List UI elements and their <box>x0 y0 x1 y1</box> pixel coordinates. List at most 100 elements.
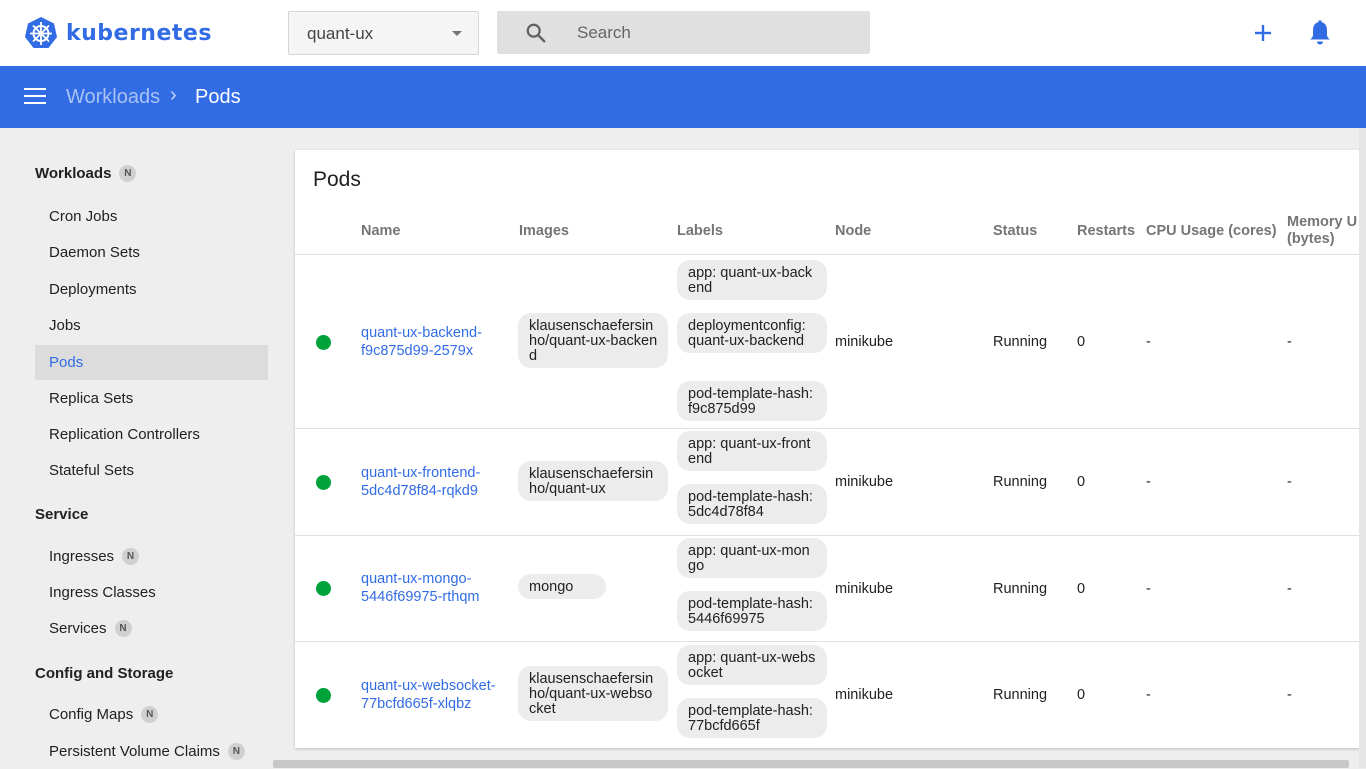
status-running-icon <box>316 475 331 490</box>
card-title: Pods <box>313 168 361 191</box>
column-header-node[interactable]: Node <box>835 223 871 240</box>
kubernetes-logo[interactable]: kubernetes <box>24 16 212 50</box>
restarts-cell: 0 <box>1077 687 1086 703</box>
status-cell: Running <box>993 474 1048 490</box>
table-row[interactable]: quant-ux-websocket-77bcfd665f-xlqbz klau… <box>295 642 1366 748</box>
top-bar: kubernetes quant-ux <box>0 0 1366 66</box>
sidebar-item-deployments[interactable]: Deployments <box>35 272 268 307</box>
pod-name-link[interactable]: quant-ux-websocket-77bcfd665f-xlqbz <box>361 677 511 713</box>
sidebar-item-label: Replica Sets <box>49 390 134 407</box>
sidebar-group-label: Config and Storage <box>35 665 174 682</box>
sidebar-item-jobs[interactable]: Jobs <box>35 308 268 343</box>
sidebar-group-service[interactable]: Service <box>35 506 88 523</box>
sidebar: Workloads N Cron Jobs Daemon Sets Deploy… <box>0 128 285 768</box>
column-header-memory-line2: (bytes) <box>1287 231 1335 247</box>
node-cell[interactable]: minikube <box>835 581 893 597</box>
chevron-right-icon: › <box>170 84 177 106</box>
memory-cell: - <box>1287 334 1292 350</box>
logo-text: kubernetes <box>66 20 212 46</box>
namespace-selector[interactable]: quant-ux <box>288 11 479 55</box>
sidebar-item-label: Services <box>49 620 107 637</box>
caret-down-icon <box>452 31 462 36</box>
status-cell: Running <box>993 334 1048 350</box>
label-chip: pod-template-hash: 77bcfd665f <box>677 698 827 738</box>
restarts-cell: 0 <box>1077 474 1086 490</box>
horizontal-scrollbar[interactable] <box>273 760 1349 768</box>
status-cell: Running <box>993 687 1048 703</box>
sidebar-group-workloads[interactable]: Workloads N <box>35 165 137 182</box>
sidebar-item-config-maps[interactable]: Config Maps N <box>35 697 268 732</box>
sidebar-item-cron-jobs[interactable]: Cron Jobs <box>35 199 268 234</box>
sidebar-item-label: Stateful Sets <box>49 462 135 479</box>
status-cell: Running <box>993 581 1048 597</box>
restarts-cell: 0 <box>1077 581 1086 597</box>
sidebar-item-stateful-sets[interactable]: Stateful Sets <box>35 453 268 488</box>
cpu-cell: - <box>1146 334 1151 350</box>
column-header-memory-line1: Memory U <box>1287 214 1358 230</box>
column-header-name[interactable]: Name <box>361 223 401 240</box>
vertical-scrollbar-track[interactable] <box>1359 128 1366 768</box>
menu-icon[interactable] <box>24 88 46 106</box>
sidebar-group-config-storage[interactable]: Config and Storage <box>35 665 173 682</box>
memory-cell: - <box>1287 687 1292 703</box>
node-cell[interactable]: minikube <box>835 687 893 703</box>
sidebar-item-label: Persistent Volume Claims <box>49 743 220 760</box>
sidebar-item-pods[interactable]: Pods <box>35 345 268 380</box>
node-cell[interactable]: minikube <box>835 334 893 350</box>
sidebar-item-replication-controllers[interactable]: Replication Controllers <box>35 417 268 452</box>
sidebar-item-label: Cron Jobs <box>49 208 118 225</box>
sidebar-item-label: Replication Controllers <box>49 426 200 443</box>
search-bar[interactable] <box>497 11 870 54</box>
column-header-labels: Labels <box>677 223 723 239</box>
table-row[interactable]: quant-ux-frontend-5dc4d78f84-rqkd9 klaus… <box>295 429 1366 535</box>
sidebar-item-daemon-sets[interactable]: Daemon Sets <box>35 235 268 270</box>
label-chip: deploymentconfig: quant-ux-backend <box>677 313 827 353</box>
label-chip: pod-template-hash: 5dc4d78f84 <box>677 484 827 524</box>
memory-cell: - <box>1287 474 1292 490</box>
sidebar-item-label: Jobs <box>49 317 81 334</box>
table-row[interactable]: quant-ux-backend-f9c875d99-2579x klausen… <box>295 255 1366 428</box>
plus-icon[interactable] <box>1248 18 1278 48</box>
sidebar-item-services[interactable]: Services N <box>35 611 268 646</box>
status-running-icon <box>316 688 331 703</box>
sidebar-item-label: Daemon Sets <box>49 244 140 261</box>
sidebar-group-label: Workloads <box>35 165 112 182</box>
image-chip: klausenschaefersinho/quant-ux-websocket <box>518 666 668 721</box>
sidebar-item-replica-sets[interactable]: Replica Sets <box>35 381 268 416</box>
kubernetes-wheel-icon <box>25 17 57 48</box>
namespace-value: quant-ux <box>307 24 374 43</box>
breadcrumb-workloads[interactable]: Workloads <box>66 86 160 109</box>
pod-name-link[interactable]: quant-ux-frontend-5dc4d78f84-rqkd9 <box>361 464 511 500</box>
bell-icon[interactable] <box>1307 19 1333 47</box>
namespaced-badge: N <box>119 165 137 182</box>
label-chip: pod-template-hash: f9c875d99 <box>677 381 827 421</box>
column-header-cpu: CPU Usage (cores) <box>1146 223 1277 239</box>
namespaced-badge: N <box>141 706 159 723</box>
image-chip: klausenschaefersinho/quant-ux-backend <box>518 313 668 368</box>
sidebar-item-label: Deployments <box>49 281 137 298</box>
column-header-status[interactable]: Status <box>993 223 1037 240</box>
label-chip: app: quant-ux-mongo <box>677 538 827 578</box>
sidebar-item-label: Pods <box>49 354 84 371</box>
restarts-cell: 0 <box>1077 334 1086 350</box>
pod-name-link[interactable]: quant-ux-mongo-5446f69975-rthqm <box>361 570 511 606</box>
node-cell[interactable]: minikube <box>835 474 893 490</box>
column-header-restarts[interactable]: Restarts <box>1077 223 1135 240</box>
sidebar-item-persistent-volume-claims[interactable]: Persistent Volume Claims N <box>35 734 268 769</box>
sidebar-item-label: Ingress Classes <box>49 584 156 601</box>
label-chip: app: quant-ux-websocket <box>677 645 827 685</box>
search-icon <box>526 23 546 43</box>
sidebar-item-label: Ingresses <box>49 548 115 565</box>
sidebar-item-label: Config Maps <box>49 706 134 723</box>
status-running-icon <box>316 581 331 596</box>
pod-name-link[interactable]: quant-ux-backend-f9c875d99-2579x <box>361 324 511 360</box>
label-chip: app: quant-ux-frontend <box>677 431 827 471</box>
sidebar-item-ingresses[interactable]: Ingresses N <box>35 539 268 574</box>
status-running-icon <box>316 335 331 350</box>
label-chip: app: quant-ux-backend <box>677 260 827 300</box>
cpu-cell: - <box>1146 581 1151 597</box>
table-row[interactable]: quant-ux-mongo-5446f69975-rthqm mongo ap… <box>295 536 1366 641</box>
column-header-images: Images <box>519 223 569 239</box>
sidebar-item-ingress-classes[interactable]: Ingress Classes <box>35 575 268 610</box>
search-input[interactable] <box>577 11 857 54</box>
